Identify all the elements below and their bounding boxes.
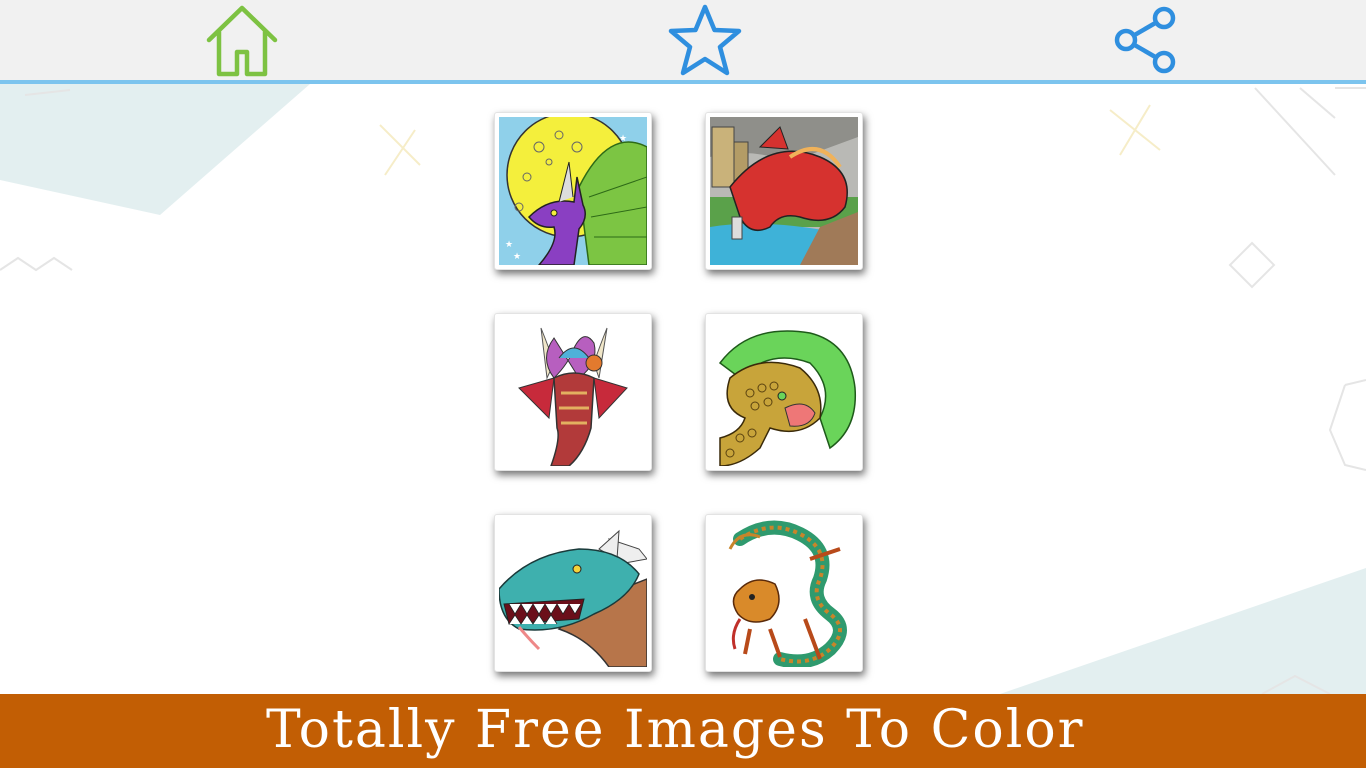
svg-text:★: ★ [505,240,513,250]
star-icon [668,4,742,76]
gallery-item[interactable] [705,112,863,270]
gallery-item[interactable] [705,313,863,471]
coloring-gallery: ★★★ ★★★ [0,0,1366,768]
gallery-item[interactable] [494,514,652,672]
gallery-item[interactable] [705,514,863,672]
share-button[interactable] [1107,2,1185,78]
gallery-item[interactable]: ★★★ ★★★ [494,112,652,270]
svg-text:★: ★ [513,252,521,262]
favorites-button[interactable] [666,2,744,78]
top-toolbar [0,0,1366,84]
share-icon [1114,6,1176,74]
chinese-dragon-image [710,519,858,667]
dragon-with-moon-image: ★★★ ★★★ [499,117,647,265]
promo-banner: Totally Free Images To Color [0,694,1366,768]
home-button[interactable] [203,2,281,78]
home-icon [206,5,278,77]
gallery-item[interactable] [494,313,652,471]
fairy-on-dragon-image [499,318,647,466]
green-serpent-dragon-image [710,318,858,466]
red-dragon-castle-image [710,117,858,265]
teal-dragon-head-image [499,519,647,667]
banner-text: Totally Free Images To Color [266,700,1085,760]
